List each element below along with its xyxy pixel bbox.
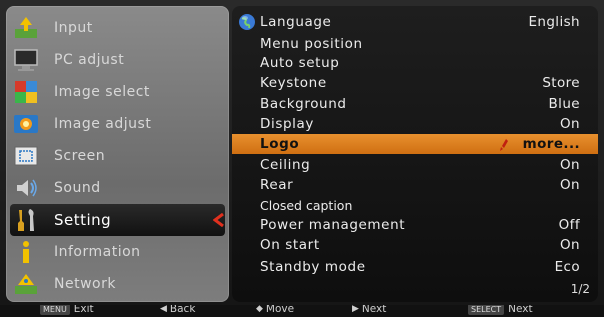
hint-move: ◆ Move — [256, 305, 294, 315]
hint-label: Back — [169, 305, 196, 315]
hint-label: Exit — [73, 305, 94, 315]
sound-icon — [12, 174, 40, 202]
setting-value: Blue — [548, 96, 580, 112]
setting-value: Off — [558, 217, 580, 233]
setting-name: Rear — [260, 177, 294, 193]
setting-name: Ceiling — [260, 157, 311, 173]
menu-key-badge: MENU — [40, 305, 70, 315]
setting-name: Keystone — [260, 75, 327, 91]
setting-value: On — [560, 157, 580, 173]
setting-value: On — [560, 116, 580, 132]
setting-value: On — [560, 177, 580, 193]
setting-name: On start — [260, 237, 320, 253]
setting-row-logo[interactable]: Logo more... — [232, 134, 598, 154]
setting-value: more... — [522, 136, 580, 152]
menu-item-label: Image adjust — [54, 116, 152, 132]
menu-item-label: Network — [54, 276, 116, 292]
right-arrow-icon: ▶ — [352, 305, 359, 314]
image-adjust-icon — [12, 110, 40, 138]
menu-item-label: Image select — [54, 84, 150, 100]
setting-row-power-management[interactable]: Power management Off — [232, 215, 598, 235]
setting-name: Closed caption — [260, 197, 353, 213]
menu-item-label: PC adjust — [54, 52, 125, 68]
menu-item-label: Setting — [54, 211, 112, 229]
setting-name: Power management — [260, 217, 406, 233]
information-icon — [12, 238, 40, 266]
menu-item-screen[interactable]: Screen — [10, 140, 225, 172]
select-key-badge: SELECT — [468, 305, 505, 315]
setting-value: English — [528, 14, 580, 30]
network-icon — [12, 270, 40, 298]
hint-label: Next — [361, 305, 387, 315]
navigation-hint-bar: MENU Exit ◀ Back ◆ Move ▶ Next SELECT Ne… — [0, 305, 604, 317]
menu-item-image-adjust[interactable]: Image adjust — [10, 108, 225, 140]
hint-select-next: SELECT Next — [468, 305, 533, 315]
setting-row-keystone[interactable]: Keystone Store — [232, 73, 598, 93]
setting-row-language[interactable]: Language English — [232, 12, 598, 32]
hint-label: Next — [508, 305, 533, 315]
setting-name: Display — [260, 116, 314, 132]
input-icon — [12, 14, 40, 42]
projector-osd: Input PC adjust Image select Image adjus… — [0, 0, 604, 317]
setting-name: Menu position — [260, 36, 363, 52]
setting-row-auto-setup[interactable]: Auto setup — [232, 53, 598, 73]
setting-name: Standby mode — [260, 259, 366, 275]
setting-value: Eco — [554, 259, 580, 275]
setting-value: Store — [542, 75, 580, 91]
setting-row-on-start[interactable]: On start On — [232, 235, 598, 255]
hint-back: ◀ Back — [160, 305, 195, 315]
menu-item-setting[interactable]: Setting — [10, 204, 225, 236]
setting-name: Logo — [260, 136, 300, 152]
pc-adjust-icon — [12, 46, 40, 74]
setting-row-ceiling[interactable]: Ceiling On — [232, 155, 598, 175]
menu-item-pc-adjust[interactable]: PC adjust — [10, 44, 225, 76]
setting-row-rear[interactable]: Rear On — [232, 175, 598, 195]
page-indicator: 1/2 — [570, 282, 590, 296]
setting-row-standby-mode[interactable]: Standby mode Eco — [232, 257, 598, 277]
pen-icon — [500, 137, 510, 156]
setting-icon — [12, 206, 40, 234]
menu-item-network[interactable]: Network — [10, 268, 225, 300]
move-arrows-icon: ◆ — [256, 305, 263, 314]
setting-value: On — [560, 237, 580, 253]
hint-label: Move — [265, 305, 295, 315]
setting-name: Auto setup — [260, 55, 340, 71]
menu-item-input[interactable]: Input — [10, 12, 225, 44]
hint-exit: MENU Exit — [40, 305, 94, 315]
menu-item-label: Information — [54, 244, 141, 260]
setting-row-menu-position[interactable]: Menu position — [232, 34, 598, 54]
setting-submenu-panel: Language English Menu position Auto setu… — [232, 6, 598, 302]
menu-item-sound[interactable]: Sound — [10, 172, 225, 204]
setting-name: Background — [260, 96, 347, 112]
screen-icon — [12, 142, 40, 170]
image-select-icon — [12, 78, 40, 106]
setting-row-closed-caption[interactable]: Closed caption — [232, 195, 598, 215]
hint-next: ▶ Next — [352, 305, 386, 315]
menu-item-label: Sound — [54, 180, 101, 196]
menu-item-label: Screen — [54, 148, 106, 164]
menu-item-image-select[interactable]: Image select — [10, 76, 225, 108]
menu-item-label: Input — [54, 20, 93, 36]
left-arrow-icon: ◀ — [160, 305, 167, 314]
setting-row-background[interactable]: Background Blue — [232, 94, 598, 114]
main-menu-panel: Input PC adjust Image select Image adjus… — [6, 6, 229, 302]
setting-name: Language — [260, 14, 332, 30]
menu-item-information[interactable]: Information — [10, 236, 225, 268]
setting-row-display[interactable]: Display On — [232, 114, 598, 134]
